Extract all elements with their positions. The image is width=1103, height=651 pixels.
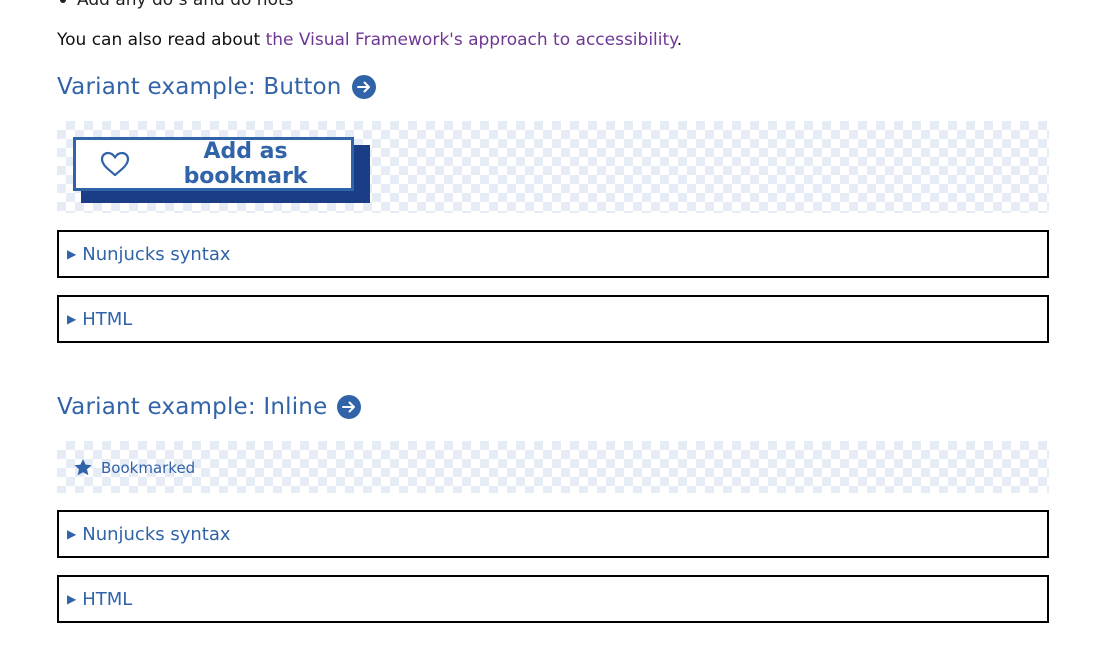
details-summary: HTML — [82, 588, 133, 610]
details-summary: Nunjucks syntax — [82, 243, 231, 265]
details-summary: Nunjucks syntax — [82, 523, 231, 545]
section-heading-text: Variant example: Button — [57, 74, 342, 100]
intro-paragraph: You can also read about the Visual Frame… — [57, 30, 682, 50]
accessibility-link[interactable]: the Visual Framework's approach to acces… — [266, 30, 677, 50]
details-html[interactable]: ▶ HTML — [57, 295, 1049, 343]
inline-bookmark[interactable]: Bookmarked — [73, 458, 195, 477]
example-preview-inline: Bookmarked — [57, 441, 1049, 493]
section-heading-text: Variant example: Inline — [57, 394, 328, 420]
disclosure-triangle-icon: ▶ — [67, 312, 77, 326]
details-summary: HTML — [82, 308, 133, 330]
details-nunjucks-syntax[interactable]: ▶ Nunjucks syntax — [57, 230, 1049, 278]
disclosure-triangle-icon: ▶ — [67, 527, 77, 541]
details-nunjucks-syntax[interactable]: ▶ Nunjucks syntax — [57, 510, 1049, 558]
disclosure-triangle-icon: ▶ — [67, 592, 77, 606]
details-html[interactable]: ▶ HTML — [57, 575, 1049, 623]
list-item-text: Add any do’s and do nots — [77, 0, 294, 10]
disclosure-triangle-icon: ▶ — [67, 247, 77, 261]
add-bookmark-button[interactable]: Add as bookmark — [73, 137, 354, 191]
heart-icon — [100, 151, 130, 177]
section-heading-button: Variant example: Button — [57, 71, 376, 103]
bullet — [60, 0, 66, 3]
inline-bookmark-label: Bookmarked — [101, 458, 196, 477]
section-heading-inline: Variant example: Inline — [57, 391, 362, 423]
arrow-right-icon[interactable] — [351, 75, 376, 99]
arrow-right-icon[interactable] — [337, 395, 362, 419]
example-preview-button: Add as bookmark — [57, 121, 1049, 213]
bookmark-button-wrapper: Add as bookmark — [73, 137, 370, 203]
list-item: Add any do’s and do nots — [57, 0, 294, 12]
intro-prefix: You can also read about — [57, 30, 266, 50]
add-bookmark-label: Add as bookmark — [183, 139, 308, 189]
intro-suffix: . — [676, 30, 683, 50]
star-icon — [73, 458, 93, 477]
